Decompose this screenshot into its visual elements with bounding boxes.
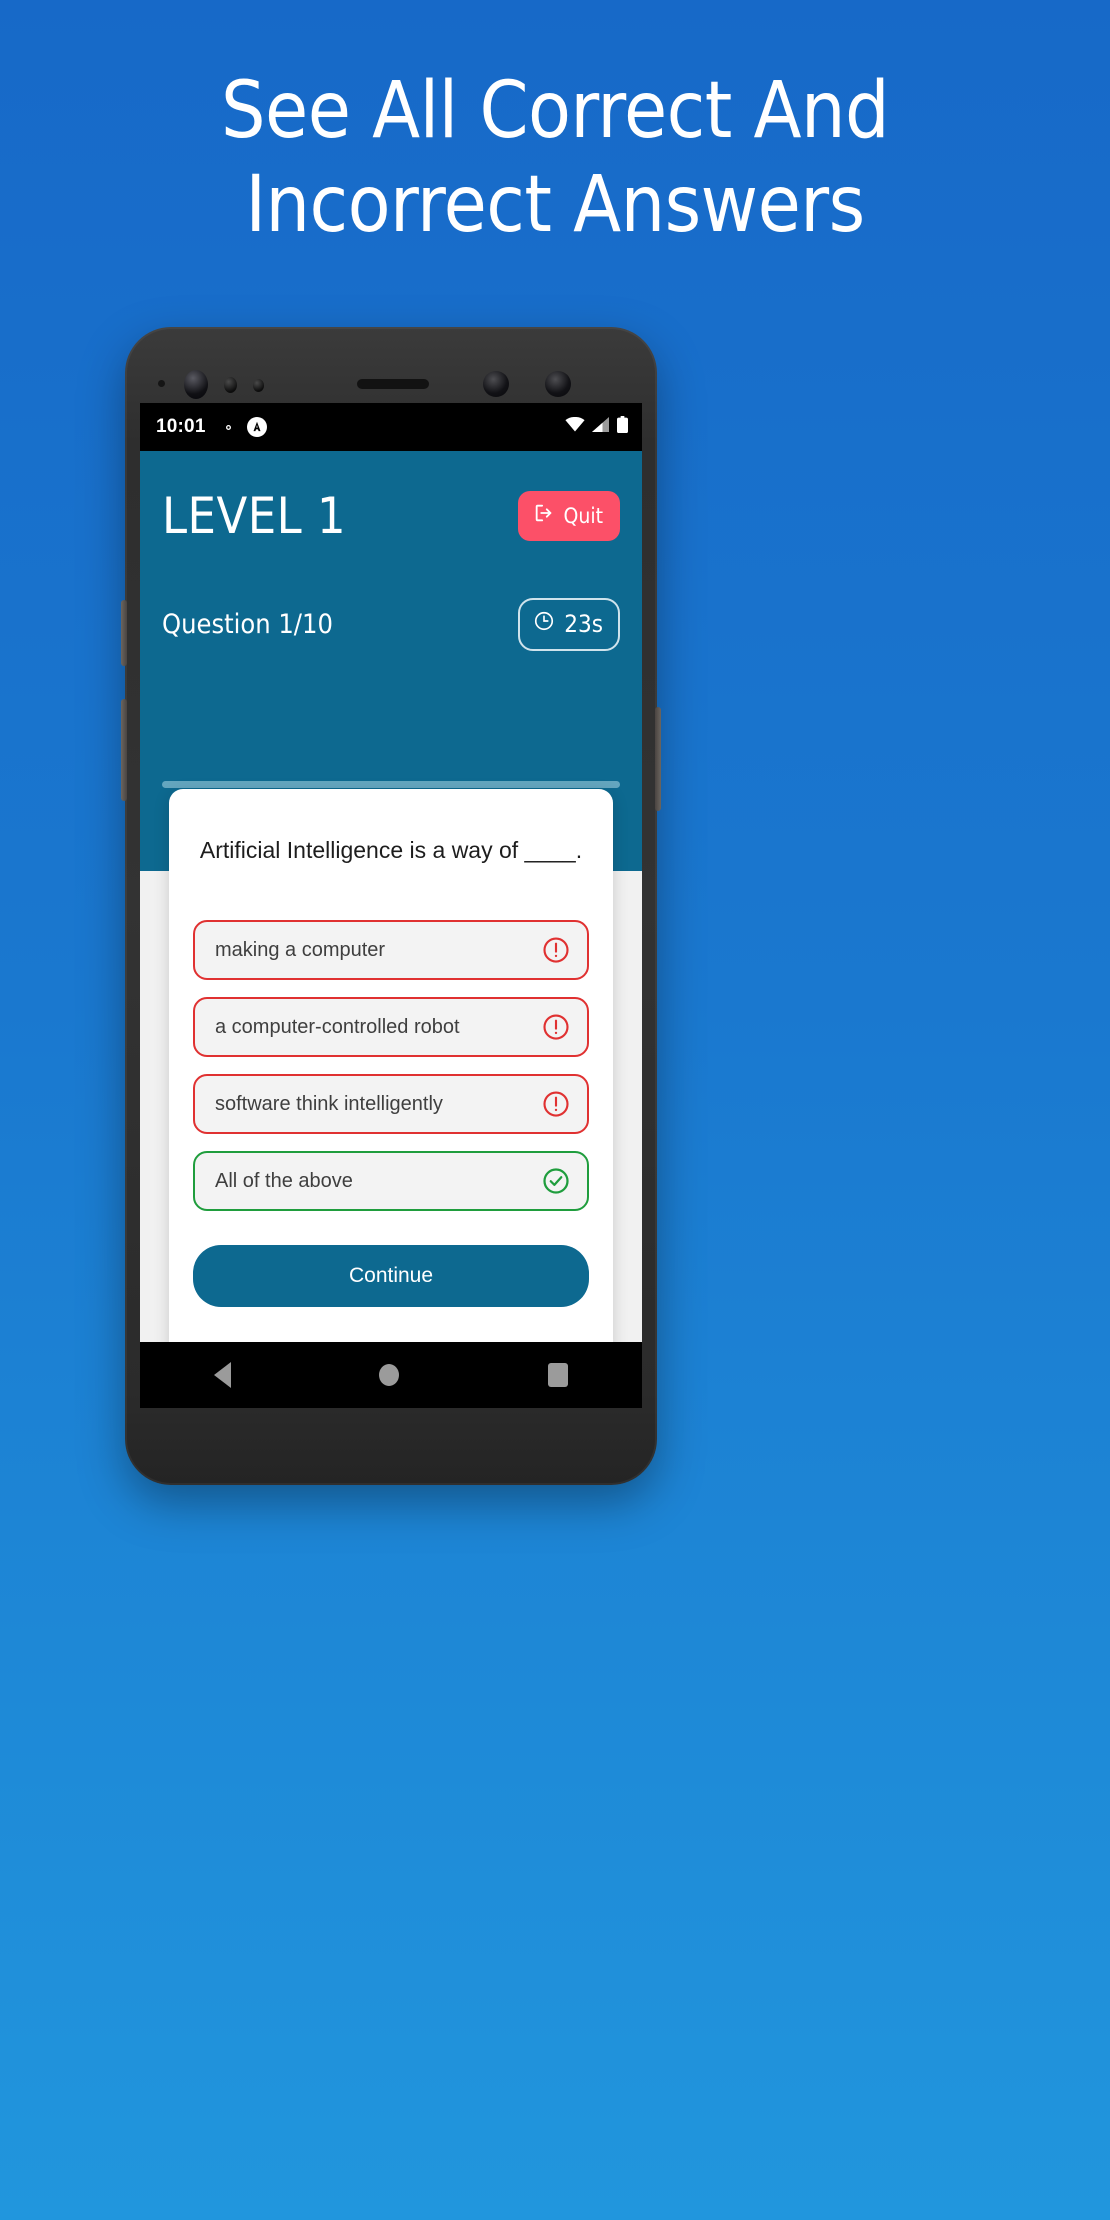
microphone-hole-icon bbox=[158, 380, 165, 387]
front-camera-icon bbox=[184, 370, 208, 399]
headline-line-2: Incorrect Answers bbox=[245, 160, 865, 250]
secondary-sensor-icon bbox=[483, 371, 509, 397]
tertiary-sensor-icon bbox=[545, 371, 571, 397]
exclamation-circle-icon bbox=[541, 935, 571, 965]
promo-headline: See All Correct And Incorrect Answers bbox=[0, 72, 1110, 244]
answer-options-list: making a computer a computer-controlled … bbox=[193, 920, 589, 1212]
light-sensor-icon bbox=[253, 379, 264, 392]
answer-option[interactable]: a computer-controlled robot bbox=[193, 997, 589, 1058]
headline-line-1: See All Correct And bbox=[220, 66, 890, 156]
power-button[interactable] bbox=[655, 707, 661, 811]
wifi-icon bbox=[565, 416, 585, 437]
phone-mockup: 10:01 LEVEL 1 Quit Question 1/10 23s Art… bbox=[121, 327, 661, 1485]
quit-button[interactable]: Quit bbox=[517, 491, 620, 541]
exclamation-circle-icon bbox=[541, 1012, 571, 1042]
battery-icon bbox=[617, 416, 628, 438]
status-bar-clock: 10:01 bbox=[156, 416, 206, 437]
nav-recents-icon[interactable] bbox=[547, 1363, 568, 1387]
quiz-progress-bar bbox=[162, 781, 620, 788]
check-circle-icon bbox=[541, 1166, 571, 1196]
android-nav-bar bbox=[140, 1342, 642, 1408]
header-top-row: LEVEL 1 Quit bbox=[162, 451, 620, 545]
continue-button[interactable]: Continue bbox=[193, 1245, 589, 1308]
timer-value: 23s bbox=[564, 610, 603, 638]
app-badge-icon bbox=[246, 417, 267, 437]
phone-screen: 10:01 LEVEL 1 Quit Question 1/10 23s Art… bbox=[140, 403, 642, 1408]
answer-option-correct[interactable]: All of the above bbox=[193, 1151, 589, 1212]
status-bar-right-icons bbox=[565, 416, 628, 438]
quit-button-label: Quit bbox=[563, 503, 604, 528]
answer-option[interactable]: software think intelligently bbox=[193, 1074, 589, 1135]
earpiece-speaker-icon bbox=[357, 379, 429, 389]
timer-pill: 23s bbox=[518, 598, 620, 651]
level-title: LEVEL 1 bbox=[162, 487, 347, 545]
proximity-sensor-icon bbox=[224, 377, 237, 393]
status-bar-left-icons bbox=[220, 417, 267, 437]
header-progress-row: Question 1/10 23s bbox=[162, 598, 620, 651]
cellular-signal-icon bbox=[592, 417, 610, 437]
answer-option-label: making a computer bbox=[215, 938, 386, 961]
status-bar: 10:01 bbox=[140, 403, 642, 451]
answer-option[interactable]: making a computer bbox=[193, 920, 589, 981]
exclamation-circle-icon bbox=[541, 1089, 571, 1119]
logout-icon bbox=[533, 502, 555, 529]
volume-down-button[interactable] bbox=[121, 699, 127, 801]
nav-back-icon[interactable] bbox=[214, 1362, 232, 1388]
phone-top-bezel bbox=[125, 327, 657, 403]
nav-home-icon[interactable] bbox=[379, 1364, 400, 1386]
volume-up-button[interactable] bbox=[121, 600, 127, 666]
question-counter: Question 1/10 bbox=[162, 609, 333, 640]
answer-option-label: All of the above bbox=[215, 1169, 353, 1192]
gear-icon bbox=[220, 419, 237, 436]
clock-icon bbox=[533, 610, 555, 638]
answer-option-label: a computer-controlled robot bbox=[215, 1015, 460, 1038]
question-card: Artificial Intelligence is a way of ____… bbox=[169, 789, 613, 1360]
question-text: Artificial Intelligence is a way of ____… bbox=[199, 837, 583, 863]
answer-option-label: software think intelligently bbox=[215, 1092, 443, 1115]
